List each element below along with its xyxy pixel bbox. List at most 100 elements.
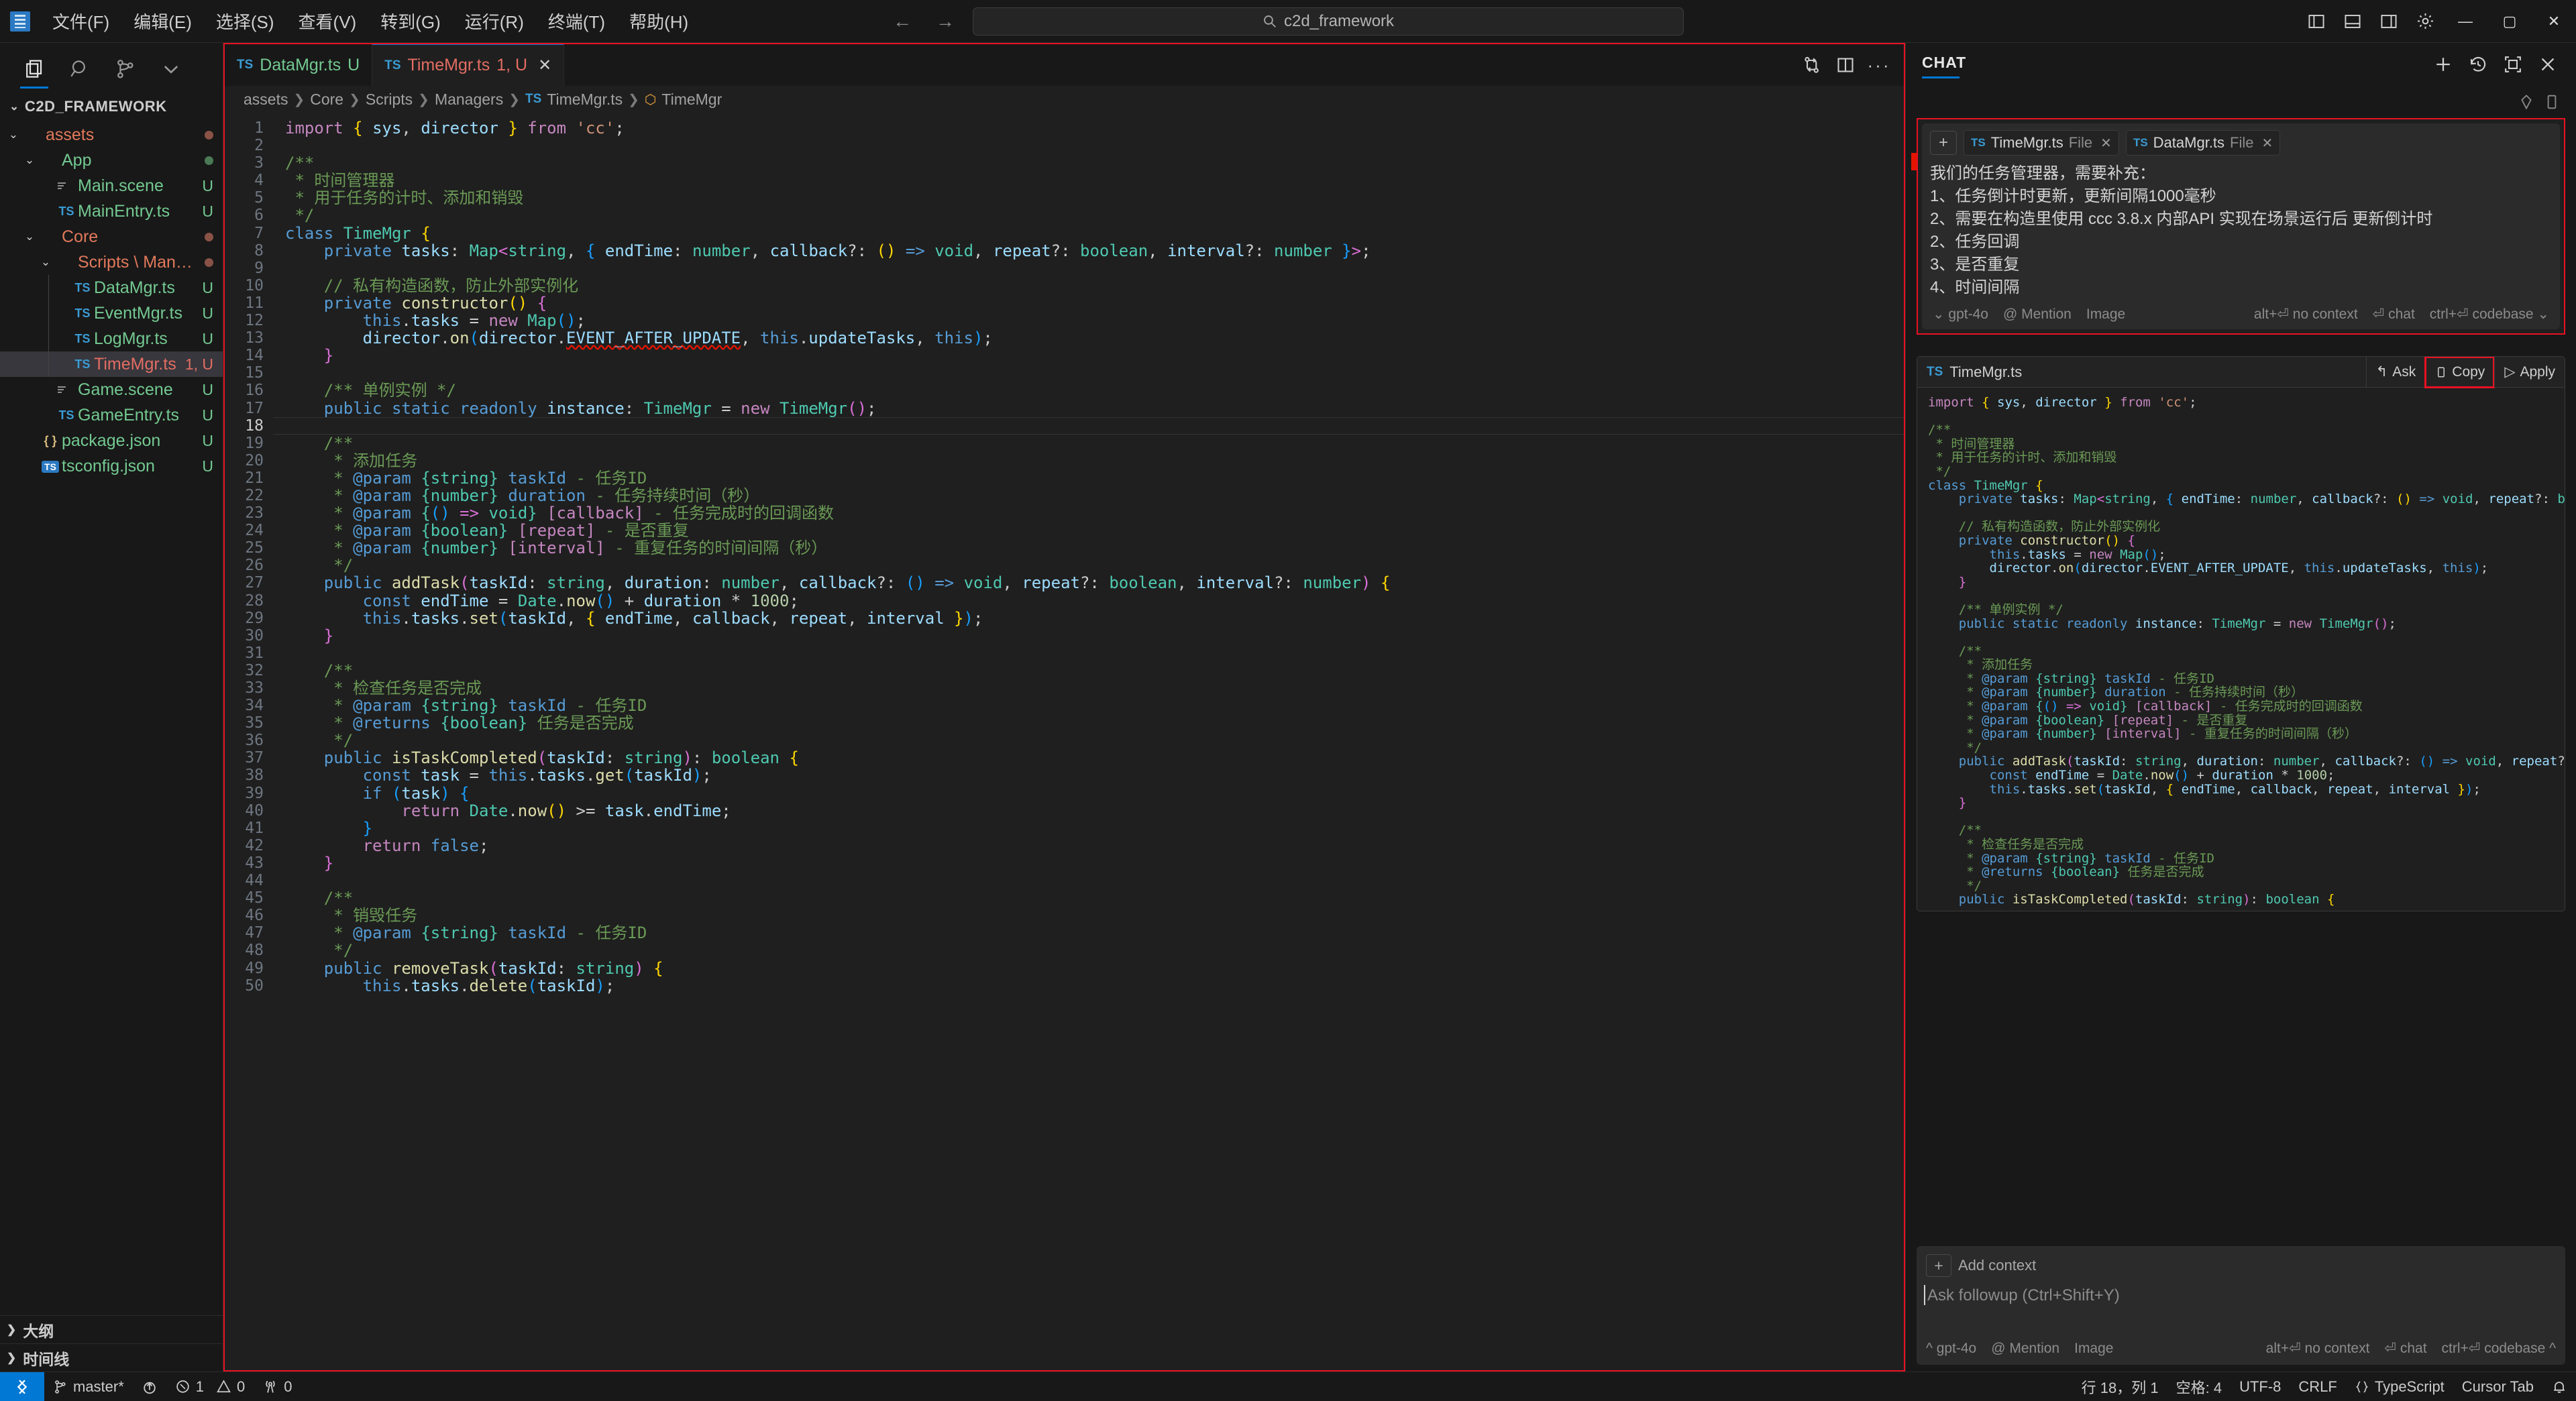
encoding-item[interactable]: UTF-8 (2231, 1372, 2290, 1401)
tree-item[interactable]: ⌄ assets (0, 122, 223, 148)
eol-item[interactable]: CRLF (2290, 1372, 2345, 1401)
plus-icon[interactable]: + (1926, 1254, 1951, 1277)
ports-item[interactable]: 0 (254, 1372, 301, 1401)
back-arrow-icon[interactable]: ← (892, 11, 912, 32)
tree-item[interactable]: TS TimeMgr.ts 1, U (0, 351, 223, 377)
more-actions-icon[interactable]: ··· (1864, 50, 1894, 80)
tree-item[interactable]: ⌄ App (0, 148, 223, 173)
indentation-item[interactable]: 空格: 4 (2167, 1372, 2231, 1401)
tree-item[interactable]: Game.scene U (0, 377, 223, 402)
menu-file[interactable]: 文件(F) (40, 5, 121, 38)
image-button[interactable]: Image (2086, 306, 2125, 323)
activity-search-icon[interactable] (58, 48, 102, 90)
breadcrumb-segment[interactable]: Scripts (366, 91, 413, 109)
toggle-secondary-sidebar-icon[interactable] (2371, 0, 2407, 43)
model-selector[interactable]: ⌄ gpt-4o (1933, 306, 1988, 323)
chat-code-block-header: TS TimeMgr.ts ↰ Ask Copy ▷ Apply (1917, 356, 2565, 388)
hint-codebase[interactable]: ctrl+⏎ codebase ^ (2442, 1340, 2556, 1357)
close-icon[interactable]: ✕ (534, 56, 551, 75)
language-mode-item[interactable]: TypeScript (2346, 1372, 2453, 1401)
apply-button[interactable]: ▷ Apply (2494, 356, 2565, 388)
tree-item[interactable]: TS EventMgr.ts U (0, 300, 223, 326)
notifications-bell-icon[interactable] (2542, 1372, 2576, 1401)
tree-item[interactable]: ⌄ Scripts \ Man… (0, 249, 223, 275)
command-search-input[interactable]: c2d_framework (973, 7, 1684, 36)
context-chip-timemgr[interactable]: TS TimeMgr.ts File ✕ (1964, 130, 2119, 156)
tab-datamgr[interactable]: TS DataMgr.ts U (225, 44, 373, 86)
pin-icon[interactable] (2518, 94, 2534, 110)
menu-edit[interactable]: 编辑(E) (121, 5, 204, 38)
window-maximize-button[interactable]: ▢ (2487, 0, 2532, 43)
hint-codebase[interactable]: ctrl+⏎ codebase ⌄ (2430, 306, 2549, 323)
title-bar: 文件(F) 编辑(E) 选择(S) 查看(V) 转到(G) 运行(R) 终端(T… (0, 0, 2576, 43)
remote-indicator[interactable] (0, 1371, 44, 1401)
mention-button[interactable]: @ Mention (2003, 306, 2072, 323)
chevron-down-icon[interactable]: ⌄ (36, 256, 55, 269)
tab-timemgr[interactable]: TS TimeMgr.ts 1, U ✕ (372, 44, 565, 86)
chat-followup-input[interactable]: Ask followup (Ctrl+Shift+Y) (1924, 1284, 2556, 1340)
tree-item[interactable]: TS MainEntry.ts U (0, 199, 223, 224)
activity-source-control-icon[interactable] (103, 48, 148, 90)
tree-item[interactable]: TS DataMgr.ts U (0, 275, 223, 300)
context-chip-datamgr[interactable]: TS DataMgr.ts File ✕ (2125, 130, 2281, 156)
chevron-down-icon[interactable]: ⌄ (20, 154, 39, 167)
sync-changes-item[interactable] (133, 1372, 166, 1401)
menu-help[interactable]: 帮助(H) (617, 5, 700, 38)
menu-select[interactable]: 选择(S) (204, 5, 286, 38)
code-viewport: 1 2 3 4 5 6 7 8 9 10 11 12 13 14 15 16 17 18 19 20 21 22 23 24 2… (225, 113, 1904, 1370)
settings-gear-icon[interactable] (2407, 0, 2443, 43)
tree-item[interactable]: { } package.json U (0, 428, 223, 453)
code-content[interactable]: import { sys, director } from 'cc'; /** … (273, 113, 1904, 1370)
split-editor-icon[interactable] (1830, 50, 1861, 80)
outline-panel-header[interactable]: ❯ 大纲 (0, 1315, 223, 1343)
editor-scrollbar[interactable] (1890, 113, 1904, 1370)
forward-arrow-icon[interactable]: → (935, 11, 955, 32)
window-minimize-button[interactable]: — (2443, 0, 2487, 43)
close-icon[interactable] (2532, 48, 2564, 80)
history-icon[interactable] (2462, 48, 2494, 80)
close-icon[interactable]: ✕ (2100, 135, 2112, 152)
breadcrumb-segment[interactable]: Managers (435, 91, 503, 109)
menu-terminal[interactable]: 终端(T) (536, 5, 617, 38)
close-icon[interactable]: ✕ (2262, 135, 2273, 152)
new-chat-icon[interactable] (2427, 48, 2459, 80)
breadcrumb-segment[interactable]: Core (310, 91, 343, 109)
activity-more-chevron-down-icon[interactable] (149, 48, 193, 90)
tree-item[interactable]: ⌄ Core (0, 224, 223, 249)
tree-item[interactable]: TS GameEntry.ts U (0, 402, 223, 428)
activity-explorer-icon[interactable] (12, 48, 56, 90)
timeline-panel-header[interactable]: ❯ 时间线 (0, 1343, 223, 1371)
image-button[interactable]: Image (2074, 1341, 2113, 1357)
copy-icon[interactable] (2544, 94, 2560, 110)
indent-guide (48, 351, 49, 377)
cursor-position-item[interactable]: 行 18，列 1 (2073, 1372, 2167, 1401)
breadcrumb-segment[interactable]: TimeMgr (661, 91, 722, 109)
chevron-down-icon[interactable]: ⌄ (20, 230, 39, 243)
add-context-button[interactable]: + (1930, 131, 1957, 155)
split-diff-icon[interactable] (1796, 50, 1827, 80)
tree-item[interactable]: Main.scene U (0, 173, 223, 199)
menu-run[interactable]: 运行(R) (453, 5, 536, 38)
chevron-down-icon[interactable]: ⌄ (4, 128, 23, 142)
breadcrumb-segment[interactable]: TimeMgr.ts (547, 91, 623, 109)
add-context-row[interactable]: + Add context (1926, 1254, 2556, 1277)
window-close-button[interactable]: ✕ (2532, 0, 2576, 43)
source-code[interactable]: import { sys, director } from 'cc'; /** … (273, 119, 1904, 995)
toggle-panel-icon[interactable] (2334, 0, 2371, 43)
toggle-primary-sidebar-icon[interactable] (2298, 0, 2334, 43)
chat-input-box[interactable]: + Add context Ask followup (Ctrl+Shift+Y… (1917, 1246, 2565, 1365)
breadcrumb-segment[interactable]: assets (244, 91, 288, 109)
tree-item[interactable]: TS LogMgr.ts U (0, 326, 223, 351)
model-selector[interactable]: ^ gpt-4o (1926, 1341, 1976, 1357)
ask-button[interactable]: ↰ Ask (2365, 356, 2426, 388)
cursor-tab-item[interactable]: Cursor Tab (2453, 1372, 2542, 1401)
problems-item[interactable]: 1 0 (166, 1372, 254, 1401)
open-editor-icon[interactable] (2497, 48, 2529, 80)
git-branch-item[interactable]: master* (44, 1372, 133, 1401)
menu-go[interactable]: 转到(G) (368, 5, 453, 38)
mention-button[interactable]: @ Mention (1991, 1341, 2059, 1357)
tree-item[interactable]: TS tsconfig.json U (0, 453, 223, 479)
menu-view[interactable]: 查看(V) (286, 5, 369, 38)
chevron-down-icon[interactable]: ⌄ (9, 100, 19, 113)
copy-button[interactable]: Copy (2424, 356, 2496, 388)
